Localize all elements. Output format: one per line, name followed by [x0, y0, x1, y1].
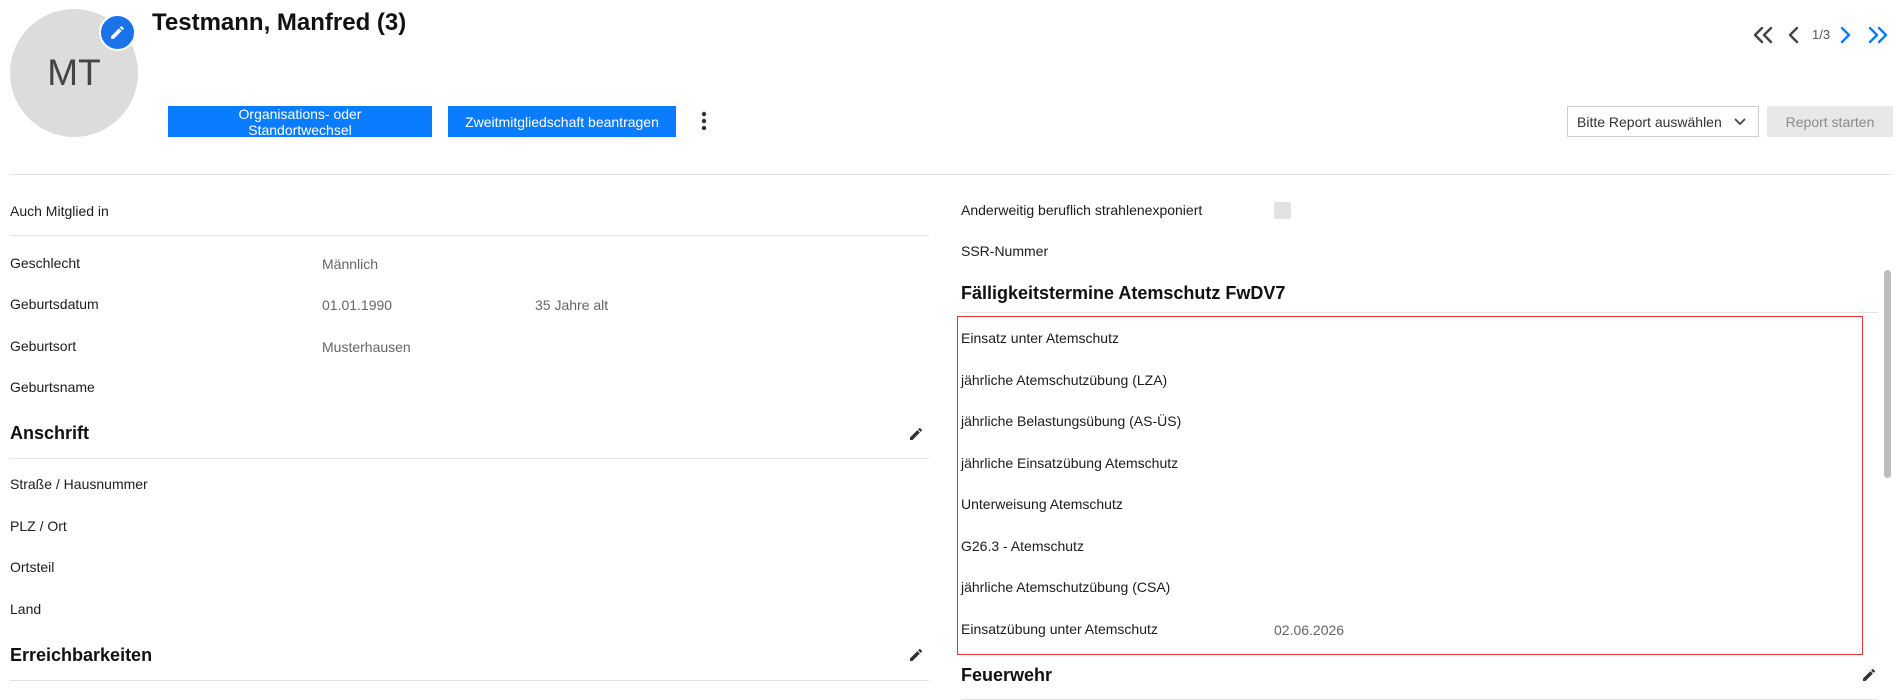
fire-dept-edit-button[interactable] [1861, 667, 1877, 688]
birthdate-value: 01.01.1990 [322, 297, 393, 313]
birthplace-label: Geburtsort [10, 338, 77, 354]
chevron-down-icon [1734, 118, 1746, 126]
due-item-label: G26.3 - Atemschutz [961, 538, 1084, 554]
birthdate-label: Geburtsdatum [10, 296, 99, 312]
due-item-label: jährliche Atemschutzübung (LZA) [961, 372, 1168, 388]
next-page-button[interactable] [1838, 22, 1852, 48]
address-edit-button[interactable] [908, 426, 924, 447]
due-item-value: 02.06.2026 [1274, 622, 1345, 638]
due-item-label: jährliche Belastungsübung (AS-ÜS) [961, 413, 1182, 429]
birthplace-value: Musterhausen [322, 339, 411, 355]
header-divider [10, 174, 1893, 175]
divider [10, 235, 929, 236]
street-label: Straße / Hausnummer [10, 476, 148, 492]
contact-section-title: Erreichbarkeiten [10, 645, 153, 665]
prev-page-button[interactable] [1787, 22, 1801, 48]
address-section-title: Anschrift [10, 423, 90, 443]
gender-value: Männlich [322, 256, 379, 272]
due-item-label: Einsatzübung unter Atemschutz [961, 621, 1158, 637]
due-dates-highlight [957, 316, 1863, 655]
more-options-button[interactable] [692, 107, 716, 135]
also-member-label: Auch Mitglied in [10, 203, 109, 219]
chevron-right-icon [1840, 26, 1851, 44]
org-change-button[interactable]: Organisations- oder Standortwechsel [168, 106, 432, 138]
zip-city-label: PLZ / Ort [10, 518, 67, 534]
pencil-icon [910, 648, 923, 661]
divider [961, 312, 1878, 313]
radiation-checkbox[interactable] [1274, 202, 1291, 219]
fire-dept-section-title: Feuerwehr [961, 665, 1053, 685]
first-page-button[interactable] [1751, 22, 1775, 48]
avatar-edit-button[interactable] [99, 14, 136, 51]
double-chevron-right-icon [1868, 26, 1888, 44]
report-start-button[interactable]: Report starten [1767, 106, 1893, 137]
pencil-icon [910, 427, 923, 440]
due-dates-section-title: Fälligkeitstermine Atemschutz FwDV7 [961, 283, 1286, 303]
ssr-number-label: SSR-Nummer [961, 243, 1049, 259]
avatar-initials: MT [47, 52, 101, 93]
divider [10, 458, 929, 459]
due-item-label: jährliche Atemschutzübung (CSA) [961, 579, 1171, 595]
report-select-value: Bitte Report auswählen [1577, 113, 1722, 130]
page-indicator: 1/3 [1812, 27, 1831, 42]
double-chevron-left-icon [1753, 26, 1773, 44]
page-title: Testmann, Manfred (3) [152, 9, 407, 36]
birthname-label: Geburtsname [10, 379, 95, 395]
gender-label: Geschlecht [10, 255, 81, 271]
radiation-label: Anderweitig beruflich strahlenexponiert [961, 202, 1203, 218]
due-item-label: jährliche Einsatzübung Atemschutz [961, 455, 1179, 471]
chevron-left-icon [1788, 26, 1799, 44]
district-label: Ortsteil [10, 559, 55, 575]
contact-edit-button[interactable] [908, 647, 924, 668]
last-page-button[interactable] [1866, 22, 1890, 48]
country-label: Land [10, 601, 42, 617]
more-vertical-icon [701, 111, 707, 131]
due-item-label: Einsatz unter Atemschutz [961, 330, 1119, 346]
right-panel-scrollbar[interactable] [1884, 270, 1891, 478]
report-select[interactable]: Bitte Report auswählen [1567, 106, 1759, 137]
pencil-icon [1863, 668, 1876, 681]
age-value: 35 Jahre alt [535, 297, 609, 313]
divider [10, 680, 929, 681]
due-item-label: Unterweisung Atemschutz [961, 496, 1123, 512]
pencil-icon [111, 26, 124, 39]
second-membership-button[interactable]: Zweitmitgliedschaft beantragen [448, 106, 676, 137]
